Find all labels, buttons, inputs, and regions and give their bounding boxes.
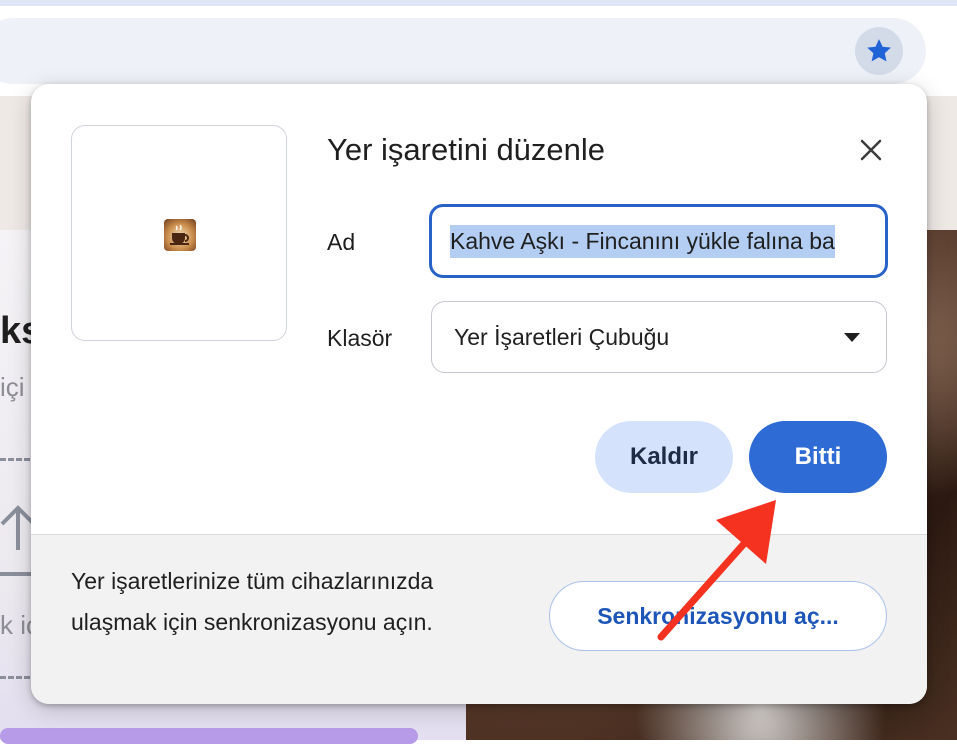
turn-on-sync-button[interactable]: Senkronizasyonu aç... xyxy=(549,581,887,651)
folder-select[interactable]: Yer İşaretleri Çubuğu xyxy=(431,301,887,373)
bookmark-star-button[interactable] xyxy=(855,27,903,75)
done-button[interactable]: Bitti xyxy=(749,421,887,493)
sync-message: Yer işaretlerinize tüm cihazlarınızda ul… xyxy=(71,568,434,635)
coffee-cup-icon xyxy=(164,219,196,251)
name-label: Ad xyxy=(327,229,356,255)
folder-label: Klasör xyxy=(327,325,393,351)
upload-icon xyxy=(0,505,34,576)
close-icon xyxy=(860,139,882,161)
remove-button[interactable]: Kaldır xyxy=(595,421,733,493)
bookmark-thumbnail xyxy=(71,125,287,341)
folder-select-value: Yer İşaretleri Çubuğu xyxy=(454,323,670,350)
sync-footer: Yer işaretlerinize tüm cihazlarınızda ul… xyxy=(31,534,927,704)
page-purple-button[interactable] xyxy=(0,728,418,744)
star-icon xyxy=(867,39,891,62)
close-button[interactable] xyxy=(851,130,891,170)
dashed-border xyxy=(0,676,30,679)
page-subtext-fragment: içi xyxy=(0,372,25,402)
dashed-border xyxy=(0,458,30,461)
edit-bookmark-dialog: Yer işaretini düzenle Ad Kahve Aşkı - Fi… xyxy=(31,84,927,704)
bookmark-name-input[interactable]: Kahve Aşkı - Fincanını yükle falına ba xyxy=(429,204,888,278)
browser-top-strip xyxy=(0,0,957,6)
selected-name-text: Kahve Aşkı - Fincanını yükle falına ba xyxy=(450,224,835,258)
dialog-title: Yer işaretini düzenle xyxy=(327,132,606,167)
chevron-down-icon xyxy=(844,333,860,342)
address-bar[interactable] xyxy=(0,18,926,84)
